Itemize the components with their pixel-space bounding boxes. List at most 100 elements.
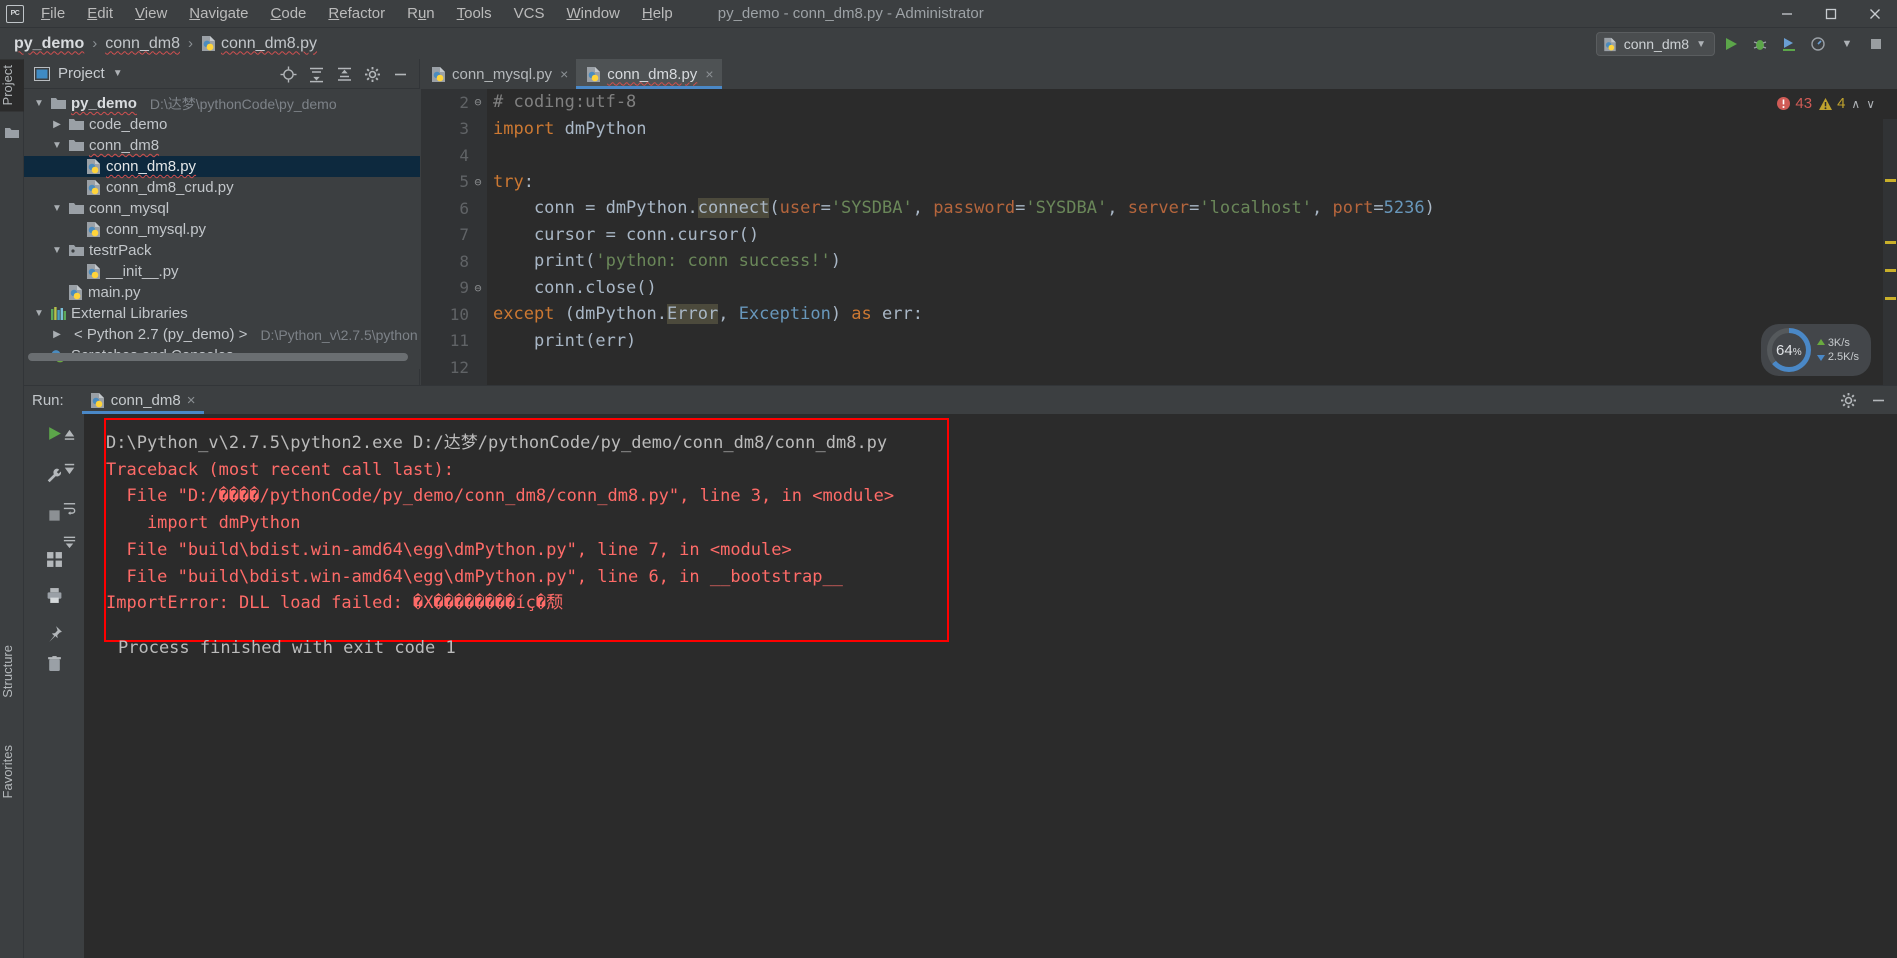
run-configuration-selector[interactable]: conn_dm8 ▼ [1595, 32, 1715, 56]
fold-marker[interactable]: ⊖ [469, 175, 487, 189]
code-text: dmPython [564, 118, 647, 139]
run-panel-label: Run: [32, 391, 64, 409]
profile-button[interactable] [1805, 31, 1831, 57]
breadcrumb-item-0[interactable]: py_demo [14, 35, 84, 53]
soft-wrap-button[interactable] [55, 494, 83, 520]
code-editor[interactable]: 2 ⊖ # coding:utf-8 3 import dmPython 4 5… [421, 89, 1897, 385]
console-line-import: import dmPython [106, 513, 301, 534]
menu-item-help[interactable]: Help [631, 2, 684, 26]
project-tree-horizontal-scrollbar[interactable] [28, 353, 414, 361]
tree-row-py-demo[interactable]: ▼ py_demo D:\达梦\pythonCode\py_demo [24, 93, 420, 114]
next-problem-icon[interactable]: ∨ [1866, 97, 1875, 111]
tab-conn-dm8-py[interactable]: conn_dm8.py × [576, 59, 722, 89]
gear-icon[interactable] [359, 61, 385, 87]
locate-icon[interactable] [275, 61, 301, 87]
code-identifier-connect: connect [697, 198, 770, 219]
upload-rate: 3K/s [1816, 337, 1859, 349]
tree-label: code_demo [89, 116, 168, 133]
code-string: 'SYSDBA' [1025, 198, 1108, 219]
menu-item-file[interactable]: File [30, 2, 76, 26]
scroll-to-end-button[interactable] [55, 529, 83, 555]
sidebar-item-structure[interactable]: Structure [0, 639, 24, 704]
menu-item-view[interactable]: View [124, 2, 178, 26]
run-console[interactable]: D:\Python_v\2.7.5\python2.exe D:/达梦/pyth… [84, 414, 1897, 958]
tree-row-code-demo[interactable]: ▶ code_demo [24, 114, 420, 135]
hide-icon[interactable] [387, 61, 413, 87]
editor-marker-bar[interactable] [1883, 119, 1897, 385]
chevron-right-icon[interactable]: ▶ [50, 329, 64, 340]
tree-row-conn-mysql-py[interactable]: conn_mysql.py [24, 219, 420, 240]
console-line-file-3: File "build\bdist.win-amd64\egg\dmPython… [106, 566, 843, 587]
stop-button[interactable] [1863, 31, 1889, 57]
minimize-icon[interactable] [1765, 0, 1809, 27]
chevron-down-icon[interactable]: ▼ [32, 98, 46, 109]
tree-row-init-py[interactable]: __init__.py [24, 261, 420, 282]
inspection-widget[interactable]: 43 4 ∧ ∨ [1776, 95, 1875, 112]
tree-row-conn-dm8-folder[interactable]: ▼ conn_dm8 [24, 135, 420, 156]
tree-row-python-interpreter[interactable]: ▶ < Python 2.7 (py_demo) > D:\Python_v\2… [24, 324, 420, 345]
tree-label: conn_mysql [89, 200, 170, 217]
chevron-down-icon[interactable]: ▼ [50, 203, 64, 214]
menu-item-refactor[interactable]: Refactor [317, 2, 396, 26]
hide-icon[interactable] [1865, 387, 1891, 413]
maximize-icon[interactable] [1809, 0, 1853, 27]
collapse-all-icon[interactable] [331, 61, 357, 87]
pycharm-window: PC File Edit View Navigate Code Refactor… [0, 0, 1897, 958]
marker [1885, 241, 1896, 244]
run-tab-close-icon[interactable]: × [187, 392, 196, 409]
prev-problem-icon[interactable]: ∧ [1851, 97, 1860, 111]
run-button[interactable] [1718, 31, 1744, 57]
sidebar-item-project[interactable]: Project [0, 59, 24, 112]
run-tool-window: Run: conn_dm8 × D:\Python_v\2.7.5\python… [24, 385, 1897, 958]
expand-all-icon[interactable] [303, 61, 329, 87]
chevron-down-icon[interactable]: ▼ [50, 245, 64, 256]
code-param-user: user [779, 198, 821, 219]
menu-item-window[interactable]: Window [556, 2, 631, 26]
debug-button[interactable] [1747, 31, 1773, 57]
project-tree[interactable]: ▼ py_demo D:\达梦\pythonCode\py_demo ▶ cod… [24, 89, 420, 369]
gear-icon[interactable] [1835, 387, 1861, 413]
folder-icon [5, 128, 19, 138]
chevron-right-icon[interactable]: ▶ [50, 119, 64, 130]
menu-item-navigate[interactable]: Navigate [178, 2, 259, 26]
tree-row-external-libraries[interactable]: ▼ External Libraries [24, 303, 420, 324]
chevron-down-icon[interactable]: ▼ [50, 140, 64, 151]
code-line-2: 2 ⊖ # coding:utf-8 [421, 89, 1897, 116]
fold-marker[interactable]: ⊖ [469, 95, 487, 109]
more-dropdown-button[interactable]: ▼ [1834, 31, 1860, 57]
fold-marker[interactable]: ⊖ [469, 281, 487, 295]
menu-item-vcs[interactable]: VCS [503, 2, 556, 26]
tree-row-conn-dm8-crud-py[interactable]: conn_dm8_crud.py [24, 177, 420, 198]
code-line-8: 8 print('python: conn success!') [421, 248, 1897, 275]
tab-close-icon[interactable]: × [705, 66, 713, 82]
tree-row-main-py[interactable]: main.py [24, 282, 420, 303]
tree-row-conn-mysql-folder[interactable]: ▼ conn_mysql [24, 198, 420, 219]
run-tab-conn-dm8[interactable]: conn_dm8 × [81, 386, 204, 414]
menu-item-code[interactable]: Code [260, 2, 318, 26]
chevron-down-icon[interactable]: ▼ [113, 68, 123, 79]
tree-row-conn-dm8-py[interactable]: conn_dm8.py [24, 156, 420, 177]
breadcrumb-item-2-wrap[interactable]: conn_dm8.py [201, 35, 317, 53]
breadcrumb-item-1[interactable]: conn_dm8 [105, 35, 180, 53]
code-line-11: 11 print(err) [421, 328, 1897, 355]
warning-count[interactable]: 4 [1818, 95, 1845, 112]
code-text: print(err) [493, 330, 637, 351]
code-text: err: [871, 304, 923, 325]
error-count[interactable]: 43 [1776, 95, 1812, 112]
chevron-down-icon[interactable]: ▼ [1696, 39, 1706, 50]
scroll-up-button[interactable] [55, 422, 83, 448]
scroll-down-button[interactable] [55, 455, 83, 481]
menu-item-edit[interactable]: Edit [76, 2, 124, 26]
arrow-down-icon [1816, 355, 1825, 361]
menu-item-tools[interactable]: Tools [446, 2, 503, 26]
sidebar-item-favorites[interactable]: Favorites [0, 739, 24, 804]
tab-close-icon[interactable]: × [560, 66, 568, 82]
line-number: 2 [459, 92, 469, 112]
tab-conn-mysql-py[interactable]: conn_mysql.py × [421, 59, 576, 89]
memory-indicator[interactable]: 64% 3K/s 2.5K/s [1760, 324, 1871, 376]
tree-row-testrpack[interactable]: ▼ testrPack [24, 240, 420, 261]
run-coverage-button[interactable] [1776, 31, 1802, 57]
chevron-down-icon[interactable]: ▼ [32, 308, 46, 319]
menu-item-run[interactable]: Run [396, 2, 446, 26]
close-icon[interactable] [1853, 0, 1897, 27]
